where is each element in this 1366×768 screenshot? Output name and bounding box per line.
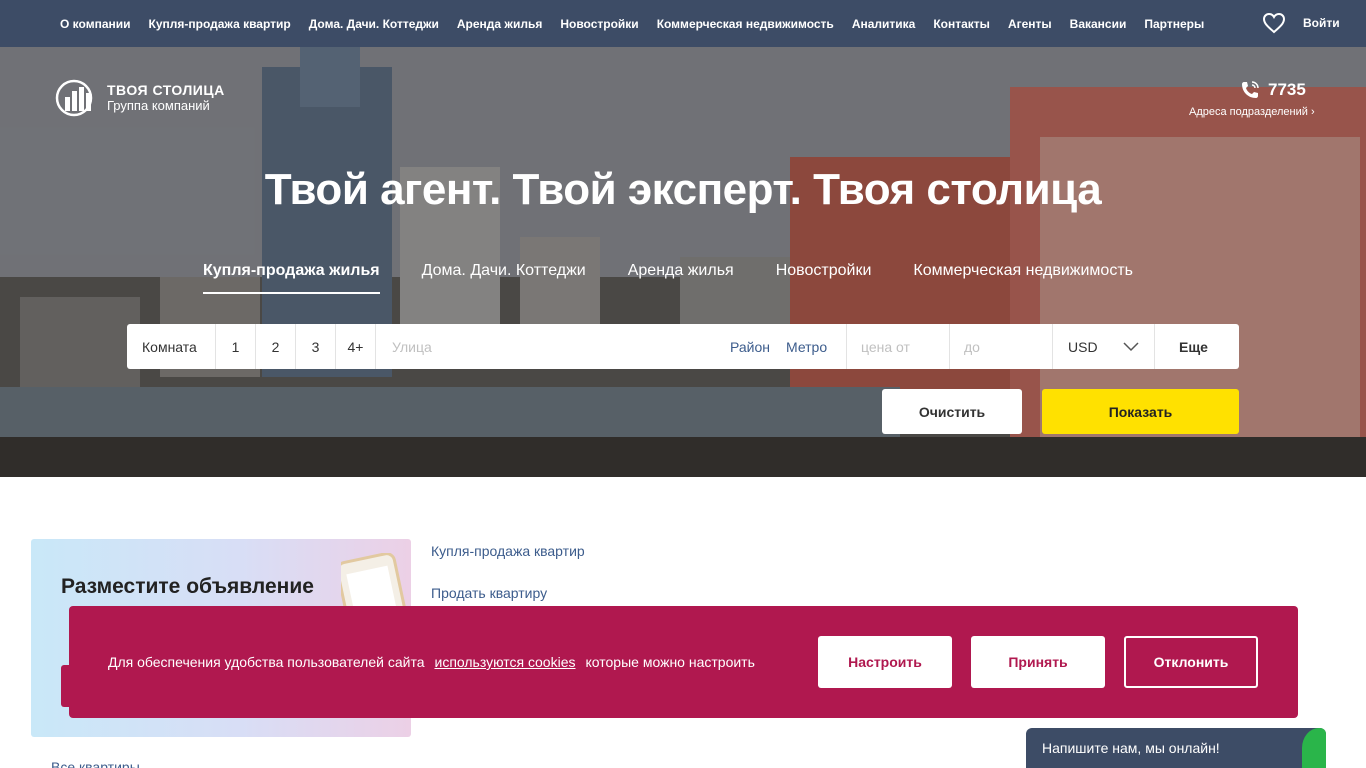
price-from-field (847, 324, 950, 369)
phone-icon (1242, 81, 1259, 98)
cookie-message: Для обеспечения удобства пользователей с… (108, 654, 755, 670)
metro-link[interactable]: Метро (786, 339, 827, 355)
cookie-configure-button[interactable]: Настроить (818, 636, 952, 688)
rooms-label: Комната (127, 324, 216, 369)
online-status-indicator (1302, 728, 1326, 768)
tab-buy-sell[interactable]: Купля-продажа жилья (203, 262, 380, 294)
hero-headline: Твой агент. Твой эксперт. Твоя столица (264, 165, 1102, 214)
link-buy-sell-apartments[interactable]: Купля-продажа квартир (431, 543, 585, 559)
nav-vacancies[interactable]: Вакансии (1070, 17, 1127, 31)
district-link[interactable]: Район (730, 339, 770, 355)
cookie-policy-link[interactable]: используются cookies (435, 654, 576, 670)
currency-select[interactable]: USD (1053, 324, 1155, 369)
more-filters-button[interactable]: Еще (1155, 324, 1232, 369)
price-to-field (950, 324, 1053, 369)
promo-title: Разместите объявление (61, 575, 314, 598)
all-apartments-link[interactable]: Все квартиры (51, 759, 140, 768)
currency-value: USD (1068, 338, 1098, 355)
show-results-button[interactable]: Показать (1042, 389, 1239, 434)
clear-button[interactable]: Очистить (882, 389, 1022, 434)
nav-agents[interactable]: Агенты (1008, 17, 1052, 31)
cookie-decline-button[interactable]: Отклонить (1124, 636, 1258, 688)
brand-name: ТВОЯ СТОЛИЦА (107, 82, 225, 98)
nav-commercial[interactable]: Коммерческая недвижимость (657, 17, 834, 31)
nav-rent[interactable]: Аренда жилья (457, 17, 542, 31)
nav-analytics[interactable]: Аналитика (852, 17, 916, 31)
room-option-4plus[interactable]: 4+ (336, 324, 376, 369)
tab-commercial[interactable]: Коммерческая недвижимость (913, 262, 1133, 294)
main-menu: О компании Купля-продажа квартир Дома. Д… (60, 0, 1222, 47)
search-category-tabs: Купля-продажа жилья Дома. Дачи. Коттеджи… (203, 262, 1175, 294)
cookie-accept-button[interactable]: Принять (971, 636, 1105, 688)
nav-new-buildings[interactable]: Новостройки (560, 17, 638, 31)
street-input[interactable] (392, 338, 712, 355)
nav-partners[interactable]: Партнеры (1144, 17, 1204, 31)
chat-label: Напишите нам, мы онлайн! (1042, 740, 1220, 756)
street-field: Район Метро (376, 324, 847, 369)
branches-link[interactable]: Адреса подразделений › (1189, 106, 1315, 118)
cookie-text-after: которые можно настроить (585, 654, 755, 670)
phone-number: 7735 (1268, 80, 1306, 99)
link-sell-apartment[interactable]: Продать квартиру (431, 585, 585, 601)
room-option-1[interactable]: 1 (216, 324, 256, 369)
chevron-down-icon (1123, 341, 1139, 351)
tab-new-buildings[interactable]: Новостройки (776, 262, 872, 294)
nav-contacts[interactable]: Контакты (933, 17, 990, 31)
building-logo-icon (55, 79, 93, 117)
price-from-input[interactable] (861, 338, 941, 355)
nav-apartments[interactable]: Купля-продажа квартир (149, 17, 291, 31)
tab-rent[interactable]: Аренда жилья (628, 262, 734, 294)
nav-houses[interactable]: Дома. Дачи. Коттеджи (309, 17, 439, 31)
room-option-3[interactable]: 3 (296, 324, 336, 369)
top-navigation: О компании Купля-продажа квартир Дома. Д… (0, 0, 1366, 47)
tab-houses[interactable]: Дома. Дачи. Коттеджи (422, 262, 586, 294)
nav-about[interactable]: О компании (60, 17, 131, 31)
online-chat-widget[interactable]: Напишите нам, мы онлайн! (1026, 728, 1326, 768)
cookie-banner: Для обеспечения удобства пользователей с… (69, 606, 1298, 718)
phone-contact[interactable]: 7735 (1240, 80, 1306, 100)
price-to-input[interactable] (964, 338, 1044, 355)
search-bar: Комната 1 2 3 4+ Район Метро USD Еще (127, 324, 1239, 369)
room-option-2[interactable]: 2 (256, 324, 296, 369)
brand-logo[interactable]: ТВОЯ СТОЛИЦА Группа компаний (55, 79, 225, 117)
favorites-heart-icon[interactable] (1262, 12, 1286, 34)
login-link[interactable]: Войти (1303, 16, 1340, 30)
cookie-text-before: Для обеспечения удобства пользователей с… (108, 654, 425, 670)
brand-subtitle: Группа компаний (107, 98, 210, 113)
